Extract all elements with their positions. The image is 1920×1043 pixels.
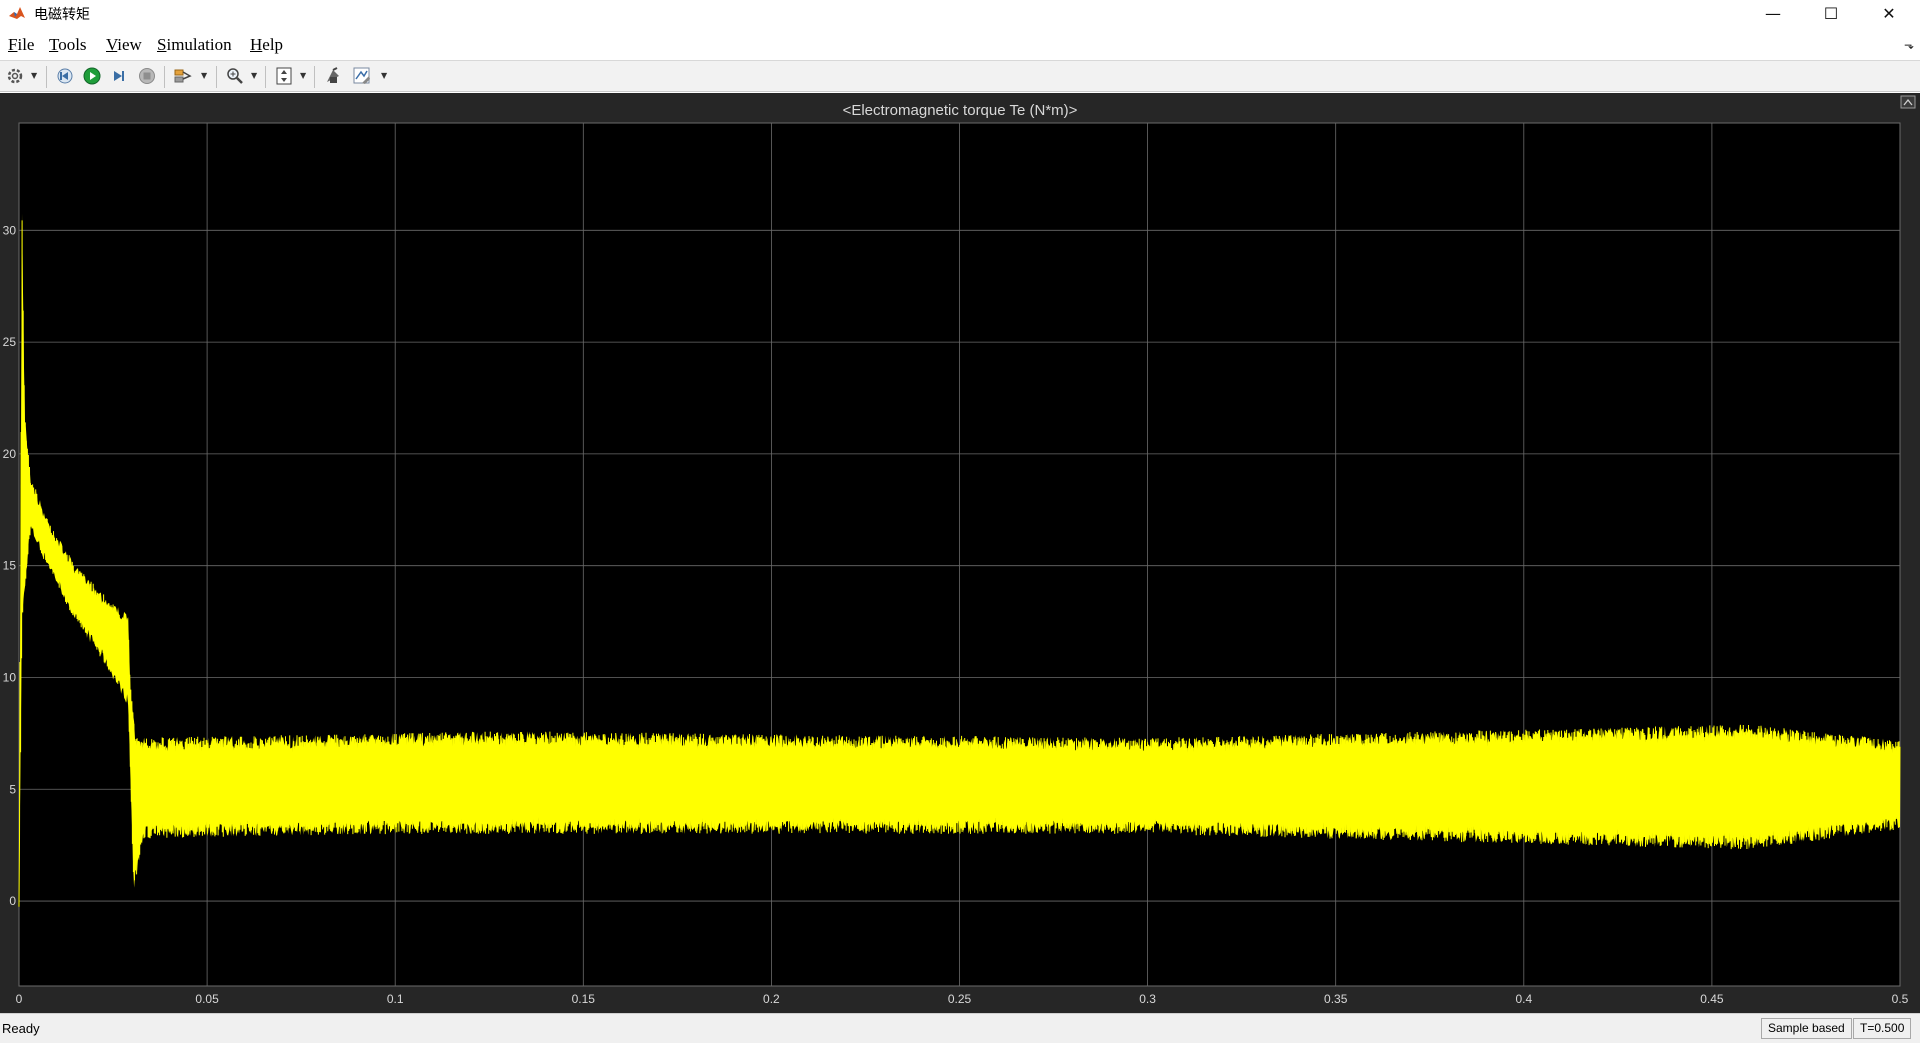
window-title: 电磁转矩 xyxy=(34,7,90,23)
step-forward-icon[interactable] xyxy=(108,65,130,87)
minimize-button[interactable]: — xyxy=(1744,0,1802,26)
menu-help[interactable]: Help xyxy=(250,35,283,55)
menu-tools-accel: T xyxy=(49,35,59,54)
status-ready: Ready xyxy=(2,1021,40,1036)
y-tick-label: 25 xyxy=(3,335,17,349)
menu-view[interactable]: View xyxy=(106,35,142,55)
toolbar-separator xyxy=(216,66,217,88)
undock-icon[interactable]: ⬎ xyxy=(1904,38,1914,52)
title-bar: 电磁转矩 — ☐ ✕ xyxy=(0,0,1920,26)
menu-view-rest: iew xyxy=(117,35,142,54)
fit-axes-dropdown-icon[interactable]: ▼ xyxy=(300,71,308,81)
x-tick-label: 0.5 xyxy=(1892,992,1909,1006)
toolbar-separator xyxy=(265,66,266,88)
run-icon[interactable] xyxy=(81,65,103,87)
status-bar: Ready Sample based T=0.500 xyxy=(0,1013,1920,1043)
y-tick-label: 10 xyxy=(3,670,17,684)
x-tick-label: 0.45 xyxy=(1700,992,1724,1006)
toolbar-separator xyxy=(164,66,165,88)
x-tick-label: 0 xyxy=(16,992,23,1006)
y-tick-label: 15 xyxy=(3,559,17,573)
signal-select-dropdown-icon[interactable]: ▼ xyxy=(201,71,209,81)
scope-plot[interactable]: <Electromagnetic torque Te (N*m)> 0 0.05 0… xyxy=(0,93,1920,1013)
chart-title: <Electromagnetic torque Te (N*m)> xyxy=(843,102,1078,119)
menu-file-rest: ile xyxy=(17,35,35,54)
highlight-block-icon[interactable] xyxy=(322,65,344,87)
y-tick-label: 20 xyxy=(3,447,17,461)
toolbar-separator xyxy=(314,66,315,88)
x-tick-label: 0.3 xyxy=(1139,992,1156,1006)
gear-icon[interactable] xyxy=(4,65,26,87)
x-tick-label: 0.05 xyxy=(195,992,219,1006)
close-button[interactable]: ✕ xyxy=(1860,0,1918,26)
triggers-icon[interactable] xyxy=(351,65,373,87)
gear-dropdown-icon[interactable]: ▼ xyxy=(31,71,39,81)
legend-toggle-icon[interactable] xyxy=(1900,95,1916,109)
menu-help-rest: elp xyxy=(262,35,284,54)
y-tick-label: 5 xyxy=(9,782,16,796)
x-tick-label: 0.15 xyxy=(572,992,596,1006)
menu-file[interactable]: File xyxy=(8,35,34,55)
toolbar: ▼ ▼ ▼ ▼ ▼ xyxy=(0,60,1920,92)
menu-tools[interactable]: Tools xyxy=(49,35,87,55)
menu-bar: File Tools View Simulation Help xyxy=(0,33,1920,59)
step-back-icon[interactable] xyxy=(54,65,76,87)
maximize-button[interactable]: ☐ xyxy=(1802,0,1860,26)
y-tick-label: 30 xyxy=(3,223,17,237)
stop-icon[interactable] xyxy=(136,65,158,87)
scope-panel: <Electromagnetic torque Te (N*m)> 0 0.05 0… xyxy=(0,93,1920,1013)
menu-simulation-rest: imulation xyxy=(166,35,232,54)
simulation-time-indicator: T=0.500 xyxy=(1853,1018,1912,1039)
signal-select-icon[interactable] xyxy=(172,65,194,87)
menu-view-accel: V xyxy=(106,35,118,54)
toolbar-separator xyxy=(46,66,47,88)
zoom-dropdown-icon[interactable]: ▼ xyxy=(251,71,259,81)
x-tick-label: 0.35 xyxy=(1324,992,1348,1006)
menu-simulation[interactable]: Simulation xyxy=(157,35,232,55)
matlab-logo-icon xyxy=(8,4,26,22)
fit-axes-icon[interactable] xyxy=(273,65,295,87)
x-tick-label: 0.2 xyxy=(763,992,780,1006)
x-tick-label: 0.1 xyxy=(387,992,404,1006)
x-tick-label: 0.4 xyxy=(1515,992,1532,1006)
zoom-icon[interactable] xyxy=(224,65,246,87)
triggers-dropdown-icon[interactable]: ▼ xyxy=(381,71,389,81)
menu-tools-rest: ools xyxy=(58,35,87,54)
y-tick-label: 0 xyxy=(9,894,16,908)
x-tick-label: 0.25 xyxy=(948,992,972,1006)
menu-help-accel: H xyxy=(250,35,263,54)
sample-mode-indicator: Sample based xyxy=(1761,1018,1852,1039)
